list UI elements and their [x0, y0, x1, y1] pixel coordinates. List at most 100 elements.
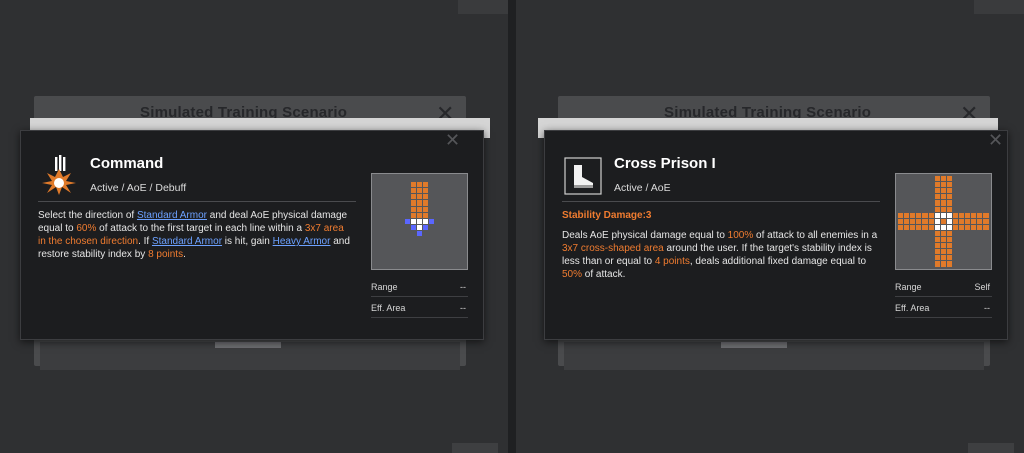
keyword-link[interactable]: Heavy Armor: [273, 236, 331, 247]
title-separator: [562, 201, 880, 202]
keyword-link[interactable]: Standard Armor: [152, 236, 222, 247]
aoe-cell: [934, 243, 940, 249]
range-value: --: [460, 282, 466, 292]
boot-icon: [562, 155, 604, 197]
popup-close-icon[interactable]: ✕: [988, 131, 1003, 149]
aoe-cell: [416, 212, 422, 218]
aoe-cell: [940, 230, 946, 237]
aoe-cell: [416, 194, 422, 200]
aoe-cell: [983, 212, 989, 218]
aoe-cell: [928, 224, 934, 230]
aoe-cell: [946, 188, 952, 194]
aoe-cell: [416, 188, 422, 194]
aoe-cell: [422, 194, 428, 200]
aoe-cell: [934, 206, 940, 212]
aoe-cell: [940, 249, 946, 255]
explosion-icon: [38, 155, 80, 197]
aoe-cell: [916, 212, 922, 218]
aoe-cell: [940, 224, 946, 230]
aoe-cell: [934, 261, 940, 267]
aoe-cell: [904, 218, 910, 224]
aoe-cell: [910, 224, 916, 230]
aoe-cell: [952, 212, 959, 218]
effect-area-value: --: [460, 303, 466, 313]
aoe-cell: [971, 224, 977, 230]
aoe-cell: [940, 188, 946, 194]
aoe-cell: [940, 176, 946, 182]
highlight-text: 50%: [562, 269, 583, 280]
aoe-cell: [410, 212, 416, 218]
keyword-link[interactable]: Standard Armor: [137, 210, 207, 221]
aoe-cell: [410, 206, 416, 212]
aoe-cell: [971, 212, 977, 218]
aoe-cell: [422, 200, 428, 206]
aoe-cell: [416, 224, 422, 230]
aoe-cell: [416, 182, 422, 188]
aoe-grid: [371, 173, 468, 270]
aoe-cell: [959, 218, 965, 224]
aoe-cell: [934, 249, 940, 255]
skill-type: Active / AoE / Debuff: [90, 182, 187, 194]
aoe-cell: [904, 224, 910, 230]
background-footer-tab: [721, 342, 787, 348]
aoe-cell: [934, 188, 940, 194]
aoe-cell: [977, 218, 983, 224]
background-corner-tab: [974, 0, 1024, 14]
aoe-cell: [934, 230, 940, 237]
aoe-cell: [922, 218, 928, 224]
description-text: of attack.: [582, 269, 626, 280]
description-text: . If: [138, 236, 152, 247]
aoe-cell: [959, 212, 965, 218]
popup-close-icon[interactable]: ✕: [445, 131, 460, 149]
aoe-cell: [898, 218, 904, 224]
aoe-cell: [916, 218, 922, 224]
background-corner-button: [968, 443, 1014, 453]
aoe-cell: [946, 224, 952, 230]
skill-description: Deals AoE physical damage equal to 100% …: [562, 229, 878, 281]
aoe-cell: [928, 212, 934, 218]
aoe-cell: [934, 218, 940, 224]
skill-title: Cross Prison I: [614, 155, 716, 172]
highlight-text: 60%: [76, 223, 97, 234]
aoe-cell: [410, 188, 416, 194]
aoe-cell: [946, 218, 952, 224]
aoe-cell: [898, 212, 904, 218]
aoe-cell: [422, 188, 428, 194]
aoe-cell: [946, 255, 952, 261]
skill-type: Active / AoE: [614, 182, 671, 194]
aoe-cell: [940, 243, 946, 249]
aoe-cell: [934, 200, 940, 206]
aoe-cell: [904, 212, 910, 218]
aoe-cell: [416, 230, 422, 237]
aoe-cell: [946, 249, 952, 255]
aoe-cell: [940, 261, 946, 267]
aoe-cell: [983, 218, 989, 224]
highlight-text: 100%: [727, 230, 754, 241]
aoe-cell: [940, 200, 946, 206]
effect-area-row: Eff. Area --: [895, 302, 992, 318]
title-separator: [38, 201, 356, 202]
aoe-cell: [910, 218, 916, 224]
aoe-cell: [428, 218, 435, 224]
aoe-cell: [934, 237, 940, 243]
aoe-cell: [410, 218, 416, 224]
skill-title: Command: [90, 155, 164, 172]
skill-popup: Cross Prison I Active / AoE Stability Da…: [544, 130, 1008, 340]
background-footer-tab: [215, 342, 281, 348]
aoe-cell: [983, 224, 989, 230]
aoe-grid: [895, 173, 992, 270]
aoe-cell: [934, 176, 940, 182]
aoe-cell: [946, 230, 952, 237]
highlight-text: 8 points: [148, 249, 184, 260]
aoe-cell: [965, 224, 971, 230]
aoe-cell: [934, 194, 940, 200]
aoe-cell: [404, 218, 410, 224]
aoe-cell: [965, 212, 971, 218]
aoe-cell: [898, 224, 904, 230]
skill-description: Select the direction of Standard Armor a…: [38, 209, 354, 261]
background-corner-tab: [458, 0, 508, 14]
aoe-cell: [410, 224, 416, 230]
aoe-cell: [940, 255, 946, 261]
aoe-cell: [952, 224, 959, 230]
range-label: Range: [371, 282, 398, 292]
